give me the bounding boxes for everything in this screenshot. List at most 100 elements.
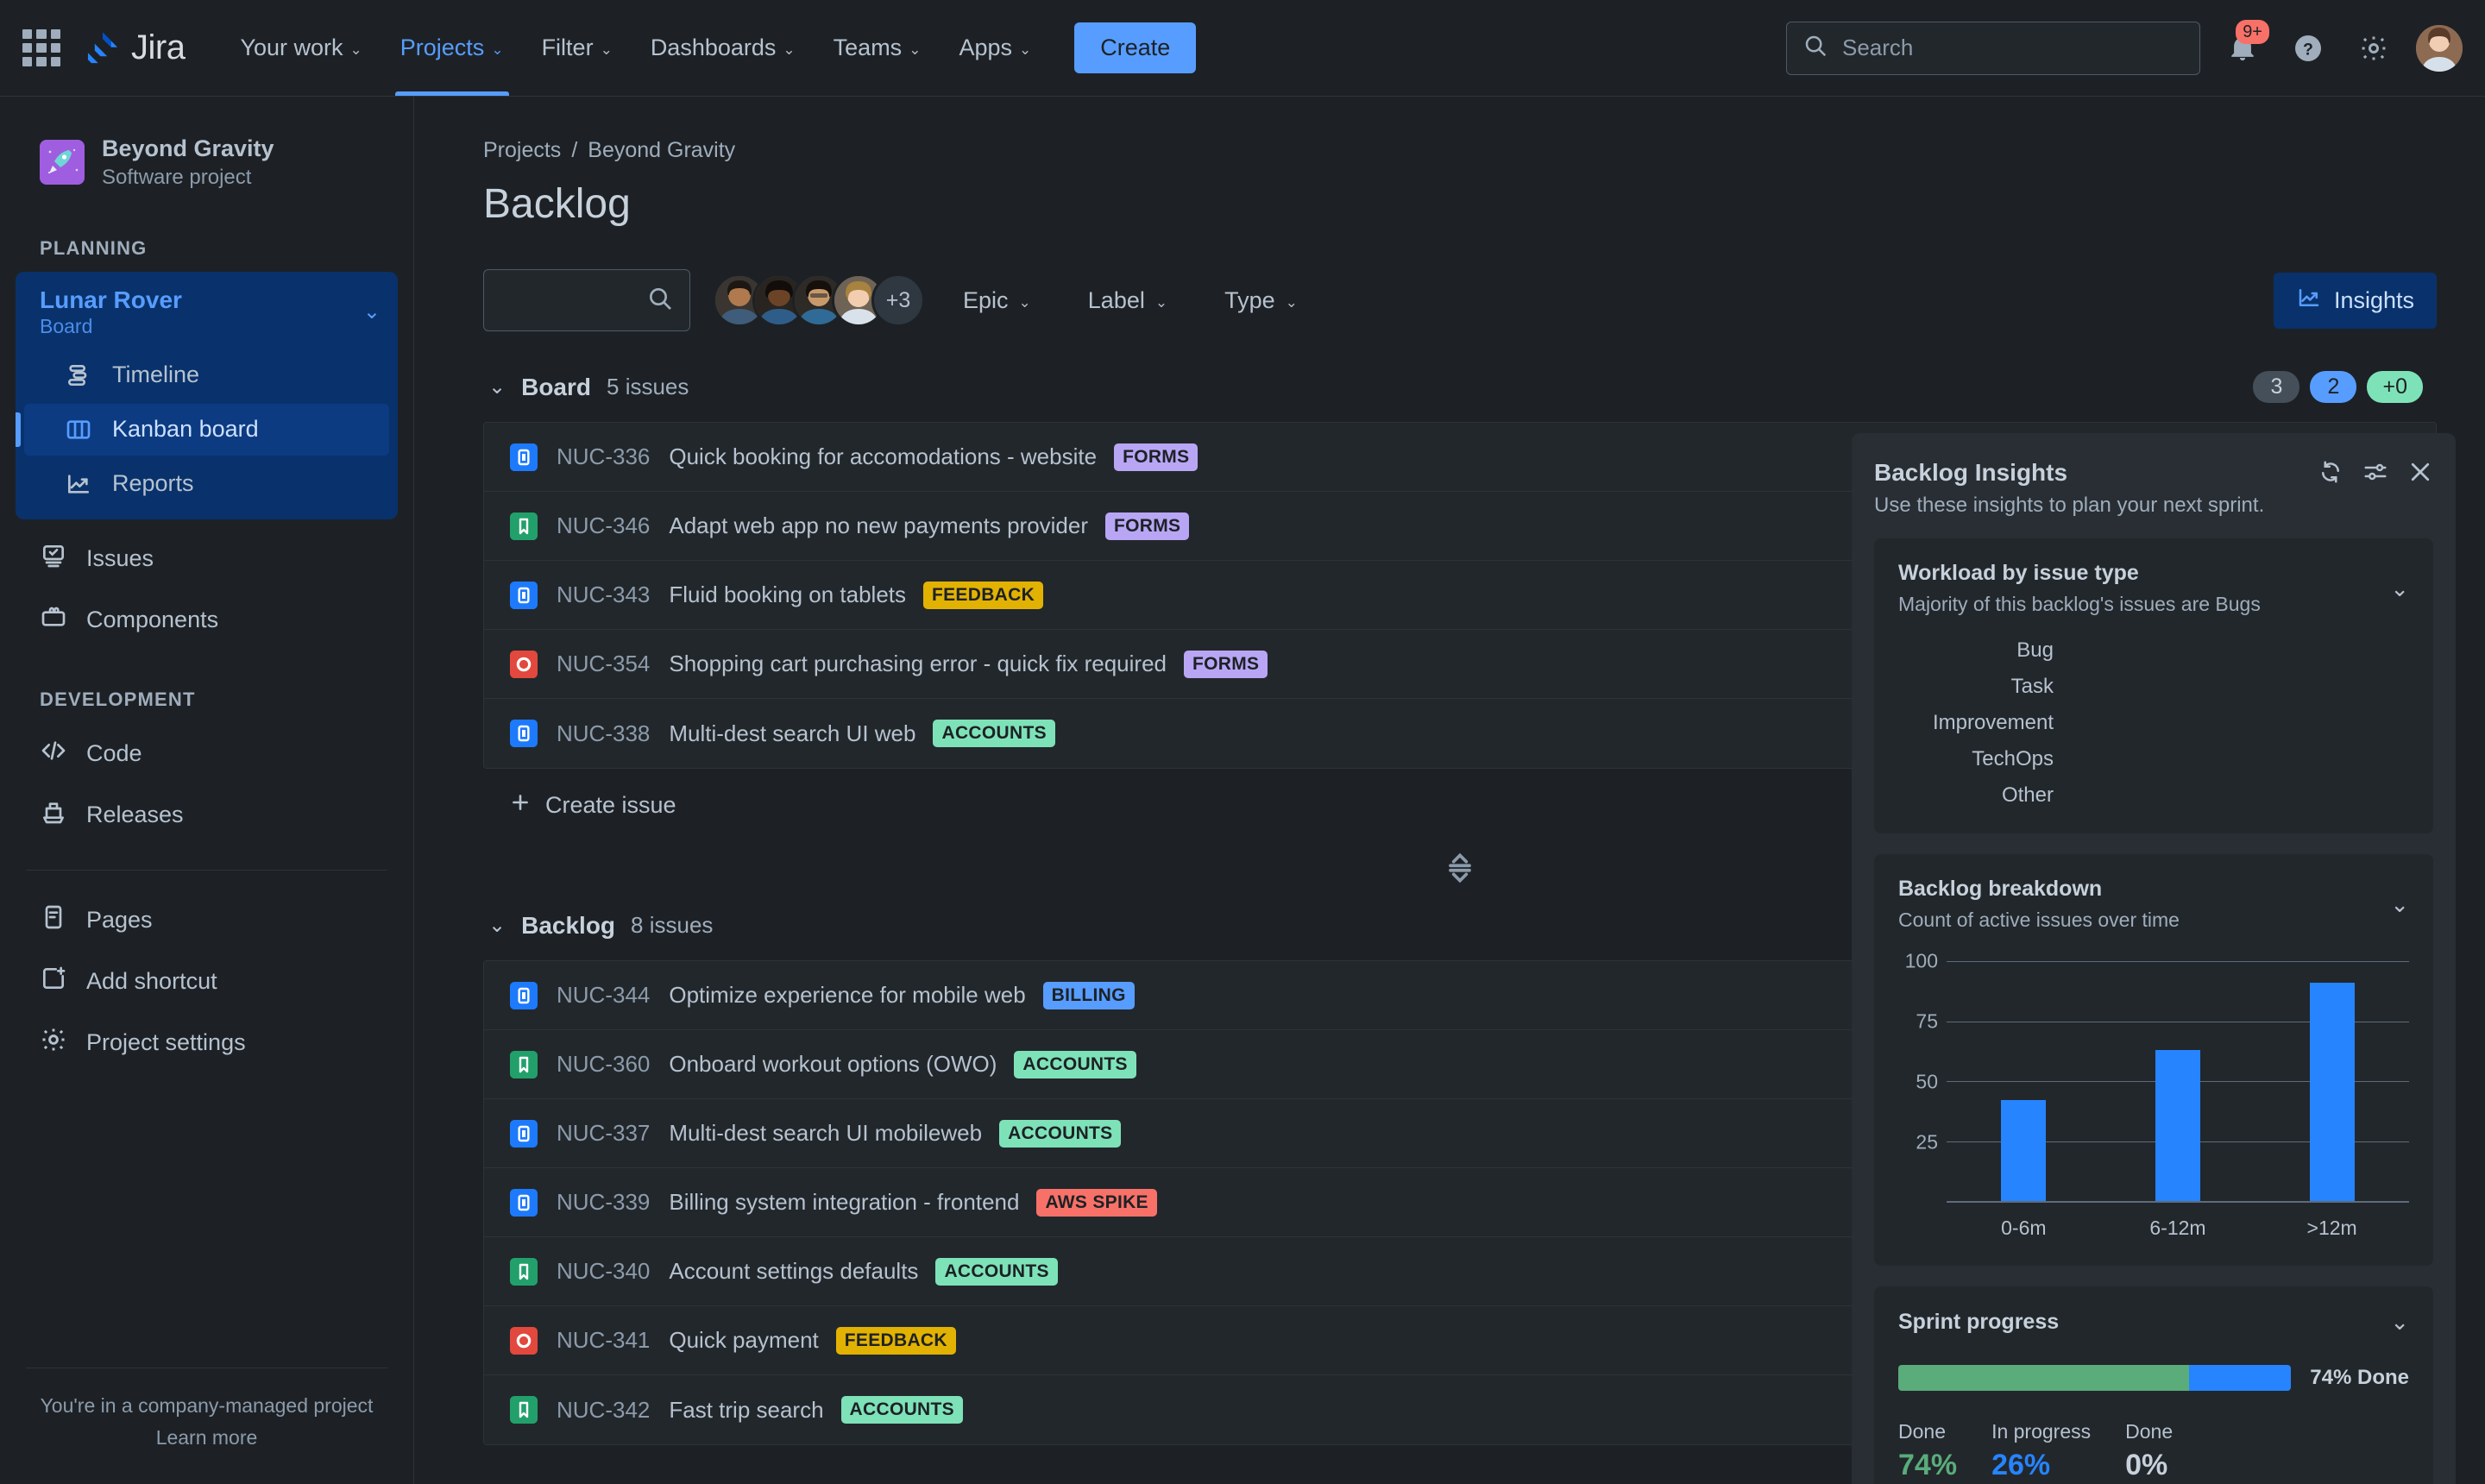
nav-apps[interactable]: Apps ⌄: [940, 0, 1050, 96]
progress-track: [1898, 1365, 2292, 1391]
issue-epic-tag[interactable]: FEEDBACK: [835, 1326, 956, 1355]
issue-epic-tag[interactable]: FEEDBACK: [923, 581, 1044, 609]
learn-more-link[interactable]: Learn more: [26, 1426, 387, 1449]
issue-epic-tag[interactable]: AWS SPIKE: [1036, 1188, 1157, 1217]
issue-key[interactable]: NUC-343: [557, 582, 650, 608]
help-button[interactable]: ?: [2285, 25, 2331, 72]
search-icon: [646, 285, 674, 317]
sidebar-item-issues[interactable]: Issues: [0, 528, 413, 589]
chevron-down-icon[interactable]: ⌄: [2390, 1309, 2409, 1336]
sidebar-item-kanban-board[interactable]: Kanban board: [16, 403, 389, 456]
issue-key[interactable]: NUC-346: [557, 512, 650, 539]
issue-key[interactable]: NUC-339: [557, 1189, 650, 1216]
settings-sliders-icon[interactable]: [2362, 459, 2388, 489]
issue-epic-tag[interactable]: ACCOUNTS: [935, 1257, 1058, 1286]
global-search[interactable]: [1786, 21, 2200, 75]
nav-teams[interactable]: Teams ⌄: [815, 0, 941, 96]
project-header[interactable]: Beyond Gravity Software project: [0, 97, 413, 199]
status-badge-inprogress[interactable]: 2: [2310, 371, 2357, 403]
project-type: Software project: [102, 165, 252, 189]
issue-epic-tag[interactable]: FORMS: [1114, 443, 1198, 471]
close-icon[interactable]: [2407, 459, 2433, 489]
sidebar-item-project-settings-label: Project settings: [86, 1028, 246, 1055]
chevron-down-icon[interactable]: ⌄: [2390, 575, 2409, 602]
bug-type-icon: [510, 1326, 538, 1355]
assignee-avatar-group: +3: [713, 274, 925, 327]
sprint-stat-notstarted: Done 0%: [2125, 1420, 2173, 1482]
sidebar-item-components[interactable]: Components: [0, 589, 413, 651]
filter-label-dropdown[interactable]: Label ⌄: [1069, 277, 1186, 324]
issue-summary: Multi-dest search UI web: [669, 720, 916, 746]
company-managed-note: You're in a company-managed project: [40, 1394, 374, 1417]
bar-label-bug: Bug: [2016, 638, 2054, 662]
settings-button[interactable]: [2350, 25, 2397, 72]
issue-epic-tag[interactable]: BILLING: [1042, 981, 1135, 1009]
sidebar-item-project-settings[interactable]: Project settings: [0, 1012, 413, 1073]
breadcrumb-projects[interactable]: Projects: [483, 138, 561, 163]
sidebar-item-releases[interactable]: Releases: [0, 784, 413, 846]
search-input[interactable]: [1842, 35, 2184, 61]
sidebar-item-reports[interactable]: Reports: [24, 458, 389, 510]
sprint-stat-inprogress-label: In progress: [1991, 1420, 2092, 1443]
issue-key[interactable]: NUC-342: [557, 1397, 650, 1424]
sidebar-item-issues-label: Issues: [86, 544, 154, 571]
issue-key[interactable]: NUC-354: [557, 651, 650, 677]
sidebar-item-timeline[interactable]: Timeline: [24, 349, 389, 401]
filter-type-dropdown[interactable]: Type ⌄: [1205, 277, 1317, 324]
breakdown-card-subtitle: Count of active issues over time: [1898, 909, 2180, 931]
issue-epic-tag[interactable]: FORMS: [1105, 512, 1190, 540]
chevron-down-icon[interactable]: ⌄: [2390, 891, 2409, 918]
app-switcher-icon[interactable]: [22, 28, 60, 67]
add-shortcut-icon: [40, 965, 67, 998]
issue-epic-tag[interactable]: ACCOUNTS: [1014, 1050, 1136, 1078]
user-avatar[interactable]: [2416, 24, 2463, 72]
list-item: Improvement: [1898, 711, 2409, 735]
issue-key[interactable]: NUC-340: [557, 1258, 650, 1285]
sidebar-item-pages[interactable]: Pages: [0, 890, 413, 951]
list-item: Bug: [1898, 638, 2409, 663]
notification-badge: 9+: [2236, 19, 2269, 44]
nav-filter[interactable]: Filter ⌄: [523, 0, 632, 96]
backlog-search-input[interactable]: [483, 269, 690, 331]
create-issue-label: Create issue: [545, 792, 676, 818]
progress-inprogress-segment: [2188, 1365, 2292, 1391]
board-group-header[interactable]: Lunar Rover Board ⌄: [16, 272, 398, 347]
issue-key[interactable]: NUC-337: [557, 1120, 650, 1147]
create-button[interactable]: Create: [1074, 22, 1197, 73]
issue-key[interactable]: NUC-344: [557, 982, 650, 1009]
avatar-overflow-count[interactable]: +3: [871, 274, 925, 327]
chevron-down-icon[interactable]: ⌄: [488, 374, 506, 399]
task-type-icon: [510, 1050, 538, 1078]
status-badge-done[interactable]: +0: [2367, 371, 2423, 403]
story-type-icon: [510, 443, 538, 471]
insights-button[interactable]: Insights: [2273, 272, 2437, 329]
sidebar-item-add-shortcut[interactable]: Add shortcut: [0, 951, 413, 1012]
chevron-down-icon[interactable]: ⌄: [488, 913, 506, 938]
issue-epic-tag[interactable]: ACCOUNTS: [840, 1396, 963, 1424]
issue-key[interactable]: NUC-360: [557, 1051, 650, 1078]
list-item: Other: [1898, 783, 2409, 808]
sidebar-item-code[interactable]: Code: [0, 723, 413, 784]
chevron-down-icon: ⌄: [1018, 293, 1031, 311]
filter-epic-dropdown[interactable]: Epic ⌄: [944, 277, 1050, 324]
issue-key[interactable]: NUC-336: [557, 443, 650, 470]
y-tick-50: 50: [1916, 1070, 1938, 1093]
nav-dashboards[interactable]: Dashboards ⌄: [632, 0, 815, 96]
jira-backlog-page: Jira Your work ⌄ Projects ⌄ Filter ⌄ Das…: [0, 0, 2485, 1484]
progress-done-segment: [1898, 1365, 2189, 1391]
jira-logo[interactable]: Jira: [85, 28, 186, 67]
nav-projects[interactable]: Projects ⌄: [381, 0, 523, 96]
issue-epic-tag[interactable]: ACCOUNTS: [933, 720, 1055, 747]
issue-epic-tag[interactable]: ACCOUNTS: [999, 1119, 1122, 1148]
filter-epic-label: Epic: [963, 286, 1009, 313]
status-badge-todo[interactable]: 3: [2253, 371, 2300, 403]
releases-ship-icon: [40, 798, 67, 832]
issue-key[interactable]: NUC-341: [557, 1327, 650, 1354]
issue-key[interactable]: NUC-338: [557, 720, 650, 747]
nav-your-work[interactable]: Your work ⌄: [221, 0, 381, 96]
notifications-button[interactable]: 9+: [2219, 19, 2269, 72]
issue-epic-tag[interactable]: FORMS: [1184, 650, 1268, 678]
refresh-icon[interactable]: [2318, 459, 2343, 489]
breadcrumb-beyond-gravity[interactable]: Beyond Gravity: [588, 138, 735, 163]
chevron-down-icon[interactable]: ⌄: [363, 299, 381, 324]
